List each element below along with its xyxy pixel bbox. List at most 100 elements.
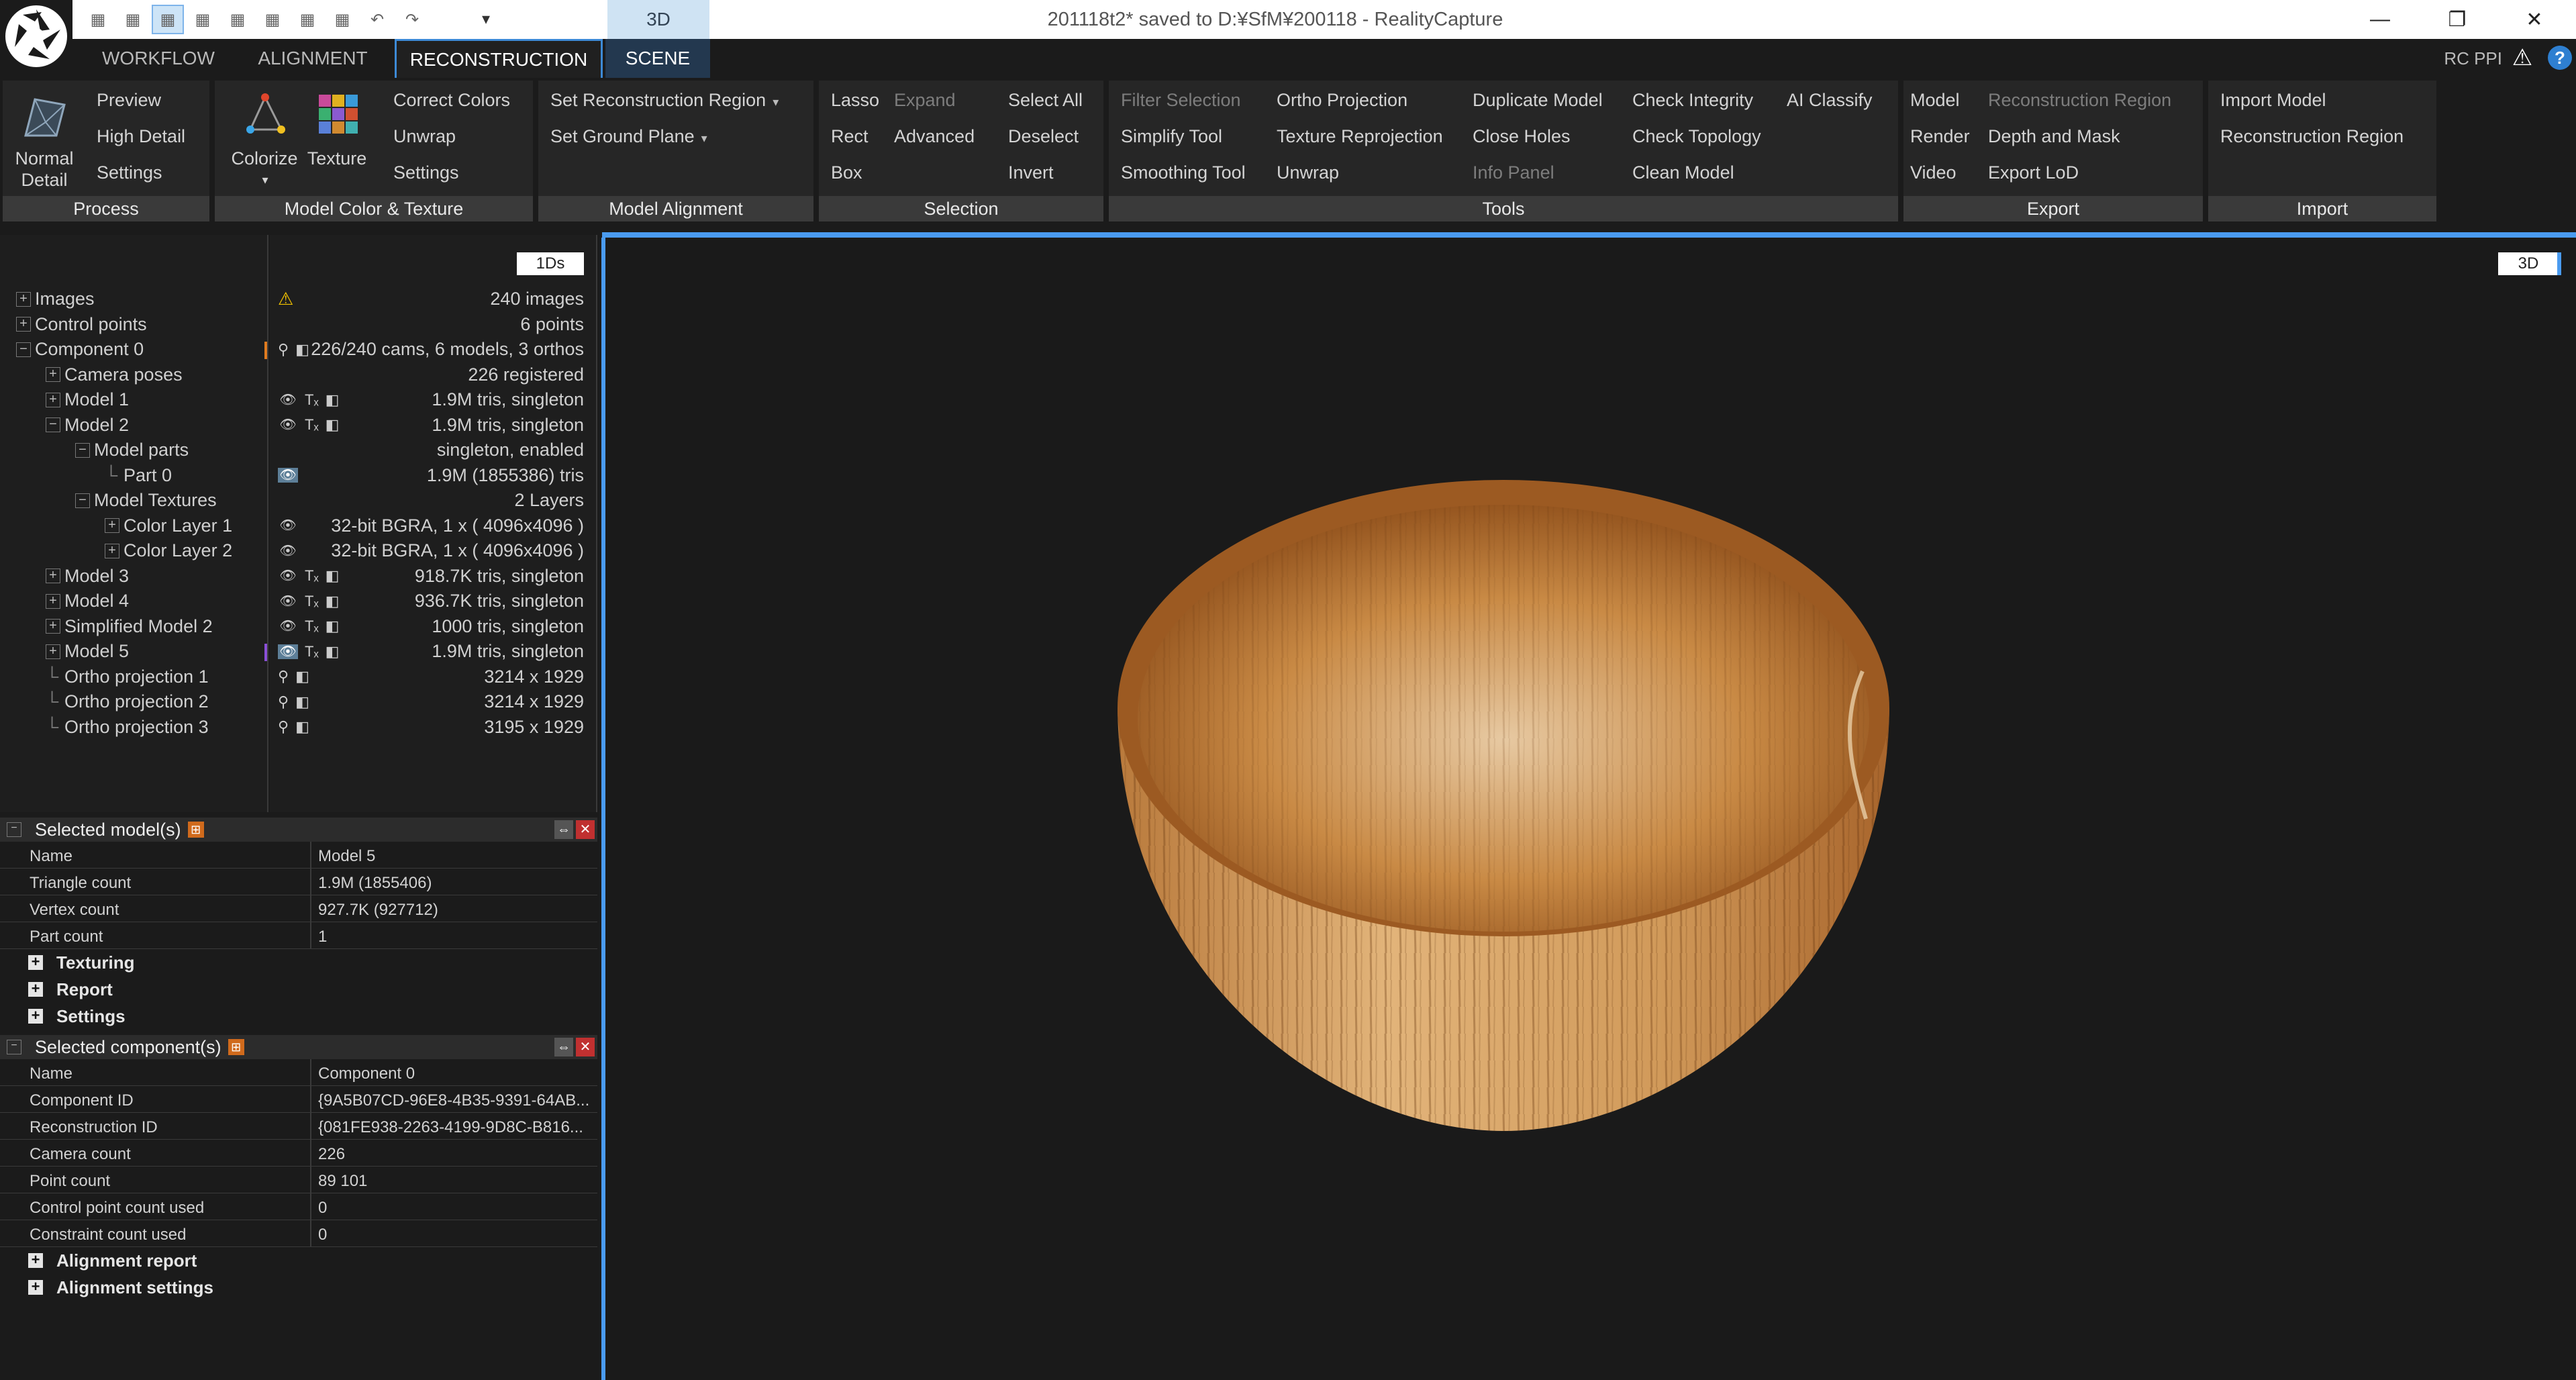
property-value[interactable]: Component 0 (318, 1065, 415, 1083)
expand-icon[interactable]: + (46, 569, 60, 583)
property-section[interactable]: + Alignment settings (0, 1274, 597, 1301)
frame-icon[interactable]: ◧ (295, 693, 309, 711)
layout-6-icon[interactable]: ▦ (256, 5, 289, 34)
tree-item[interactable]: + Color Layer 2 (105, 538, 232, 563)
property-section[interactable]: + Settings (0, 1003, 597, 1030)
check-integrity-button[interactable]: Check Integrity (1632, 90, 1753, 111)
tree-item[interactable]: + Model 4 (46, 589, 129, 613)
property-value[interactable]: {081FE938-2263-4199-9D8C-B816... (318, 1118, 583, 1137)
property-value[interactable]: Model 5 (318, 847, 375, 866)
pin-icon[interactable]: ⚲ (278, 341, 289, 358)
visibility-icon[interactable]: 👁 (278, 544, 298, 558)
rc-ppi-label[interactable]: RC PPI (2444, 39, 2502, 78)
filter-selection-button[interactable]: Filter Selection (1121, 90, 1241, 111)
collapse-icon[interactable]: − (16, 342, 31, 357)
texture-icon[interactable]: Tₓ (305, 391, 319, 409)
texture-settings-button[interactable]: Settings (393, 162, 459, 183)
set-reconstruction-region-button[interactable]: Set Reconstruction Region ▾ (550, 90, 779, 111)
frame-icon[interactable]: ◧ (295, 668, 309, 685)
expand-icon[interactable]: + (46, 619, 60, 634)
layout-3-icon[interactable]: ▦ (152, 5, 184, 34)
frame-icon[interactable]: ◧ (326, 618, 340, 635)
expand-icon[interactable]: + (28, 1252, 43, 1268)
frame-icon[interactable]: ◧ (326, 593, 340, 610)
help-icon[interactable]: ? (2548, 46, 2572, 70)
frame-icon[interactable]: ◧ (326, 643, 340, 660)
visibility-icon[interactable]: 👁 (278, 569, 298, 583)
tree-item[interactable]: + Camera poses (46, 362, 183, 387)
expand-icon[interactable]: + (28, 1008, 43, 1024)
restore-button[interactable]: ❐ (2426, 0, 2488, 39)
expand-icon[interactable]: + (46, 367, 60, 382)
property-value[interactable]: 89 101 (318, 1172, 367, 1191)
expand-icon[interactable]: + (105, 518, 119, 533)
tree-item[interactable]: + Model 3 (46, 564, 129, 589)
property-value[interactable]: 226 (318, 1145, 345, 1164)
texture-reprojection-button[interactable]: Texture Reprojection (1277, 126, 1443, 147)
export-reconstruction-region-button[interactable]: Reconstruction Region (1988, 90, 2171, 111)
texture-icon[interactable]: Tₓ (305, 643, 319, 660)
expand-icon[interactable]: + (28, 1279, 43, 1295)
tree-item[interactable]: └ Ortho projection 3 (46, 715, 209, 740)
lasso-button[interactable]: Lasso (831, 90, 879, 111)
frame-icon[interactable]: ◧ (295, 341, 309, 358)
visibility-icon[interactable]: 👁 (278, 468, 298, 483)
tree-item[interactable]: └ Ortho projection 2 (46, 689, 209, 714)
property-value[interactable]: 1.9M (1855406) (318, 874, 432, 893)
tree-item[interactable]: − Model 2 (46, 413, 129, 438)
advanced-button[interactable]: Advanced (894, 126, 975, 147)
invert-button[interactable]: Invert (1008, 162, 1054, 183)
property-section[interactable]: + Alignment report (0, 1247, 597, 1274)
info-panel-button[interactable]: Info Panel (1473, 162, 1554, 183)
collapse-icon[interactable]: − (46, 417, 60, 432)
select-all-button[interactable]: Select All (1008, 90, 1083, 111)
rect-button[interactable]: Rect (831, 126, 869, 147)
expand-icon[interactable]: + (46, 593, 60, 609)
pin-icon[interactable]: ⚲ (278, 668, 289, 685)
texture-button[interactable]: Texture (303, 148, 370, 169)
close-holes-button[interactable]: Close Holes (1473, 126, 1571, 147)
tab-alignment[interactable]: ALIGNMENT (242, 39, 384, 78)
pin-icon[interactable]: ⊞ (187, 822, 204, 838)
tree-item[interactable]: + Simplified Model 2 (46, 614, 213, 639)
visibility-icon[interactable]: 👁 (278, 644, 298, 659)
texture-icon[interactable]: Tₓ (305, 593, 319, 610)
layout-8-icon[interactable]: ▦ (326, 5, 358, 34)
wooden-bowl-model[interactable] (1101, 470, 1906, 1141)
minimize-button[interactable]: — (2349, 0, 2411, 39)
export-lod-button[interactable]: Export LoD (1988, 162, 2079, 183)
layout-7-icon[interactable]: ▦ (291, 5, 324, 34)
process-settings-button[interactable]: Settings (97, 162, 162, 183)
ortho-projection-button[interactable]: Ortho Projection (1277, 90, 1407, 111)
simplify-tool-button[interactable]: Simplify Tool (1121, 126, 1222, 147)
undock-icon[interactable]: ⇔ (554, 1038, 573, 1056)
pin-icon[interactable]: ⚲ (278, 718, 289, 736)
expand-button[interactable]: Expand (894, 90, 956, 111)
property-section[interactable]: + Report (0, 976, 597, 1003)
warning-icon[interactable]: ⚠ (278, 289, 293, 309)
expand-icon[interactable]: + (46, 392, 60, 407)
preview-button[interactable]: Preview (97, 90, 161, 111)
pin-icon[interactable]: ⊞ (228, 1039, 244, 1055)
expand-icon[interactable]: + (46, 644, 60, 659)
layout-5-icon[interactable]: ▦ (221, 5, 254, 34)
visibility-icon[interactable]: 👁 (278, 594, 298, 609)
colorize-button[interactable]: Colorize (224, 148, 305, 169)
close-button[interactable]: ✕ (2504, 0, 2565, 39)
tree-item[interactable]: └ Ortho projection 1 (46, 664, 209, 689)
expand-icon[interactable]: + (28, 954, 43, 970)
tree-item[interactable]: + Model 5 (46, 639, 129, 664)
tree-item[interactable]: + Color Layer 1 (105, 513, 232, 538)
property-section[interactable]: + Texturing (0, 949, 597, 976)
visibility-icon[interactable]: 👁 (278, 619, 298, 634)
quick-access-more-icon[interactable]: ▾ (470, 4, 502, 34)
frame-icon[interactable]: ◧ (326, 391, 340, 409)
tree-item[interactable]: └ Part 0 (105, 463, 172, 488)
expand-icon[interactable]: + (105, 543, 119, 558)
undock-icon[interactable]: ⇔ (554, 820, 573, 839)
redo-icon[interactable]: ↷ (396, 5, 428, 34)
quick-3d-tab[interactable]: 3D (607, 0, 709, 39)
layout-4-icon[interactable]: ▦ (187, 5, 219, 34)
render-button[interactable]: Render (1910, 126, 1970, 147)
frame-icon[interactable]: ◧ (326, 567, 340, 585)
